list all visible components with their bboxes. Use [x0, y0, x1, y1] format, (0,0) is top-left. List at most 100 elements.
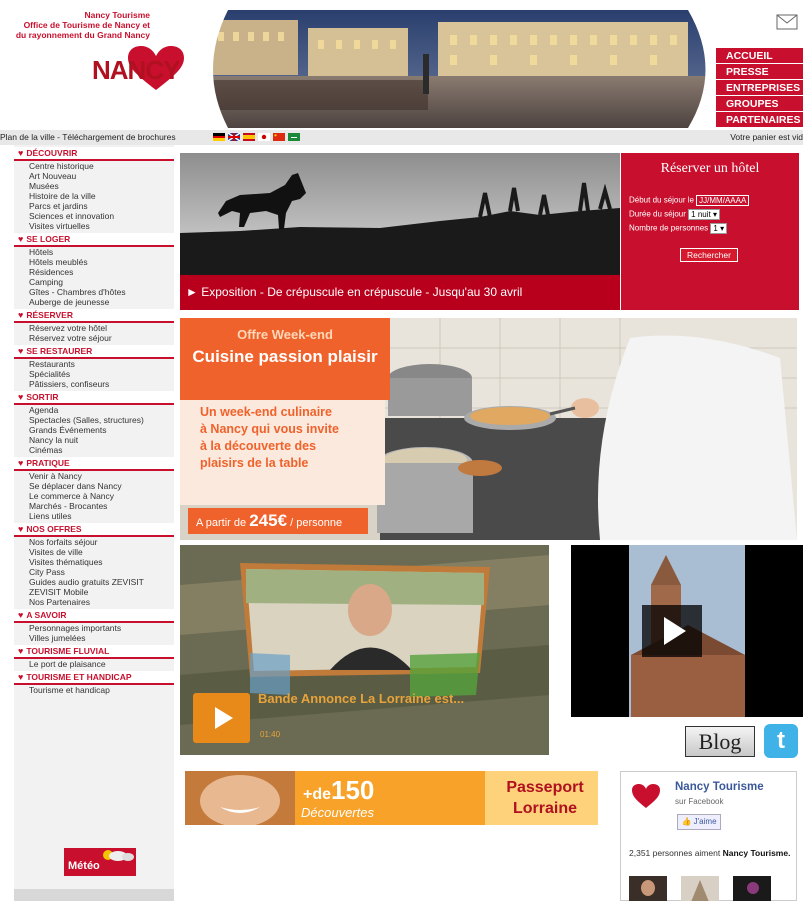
sidebar-section-header[interactable]: ♥ SORTIR — [14, 391, 174, 405]
start-date-label: Début du séjour le — [629, 195, 694, 205]
passeport-title-line-1: Passeport — [506, 779, 584, 796]
header: Nancy Tourisme Office de Tourisme de Nan… — [0, 0, 803, 130]
british-flag-icon[interactable] — [228, 133, 240, 141]
sidebar-item[interactable]: Musées — [14, 181, 174, 191]
sidebar-item[interactable]: Spécialités — [14, 369, 174, 379]
duration-select[interactable]: 1 nuit ▾ — [688, 209, 720, 220]
chevron-down-icon: ▾ — [712, 210, 717, 219]
heart-bullet-icon: ♥ — [18, 646, 24, 656]
sidebar-item[interactable]: Parcs et jardins — [14, 201, 174, 211]
sidebar-item[interactable]: Réservez votre séjour — [14, 333, 174, 343]
sidebar-section-header[interactable]: ♥ NOS OFFRES — [14, 523, 174, 537]
sidebar-item[interactable]: Guides audio gratuits ZEVISIT — [14, 577, 174, 587]
fan-avatar[interactable] — [629, 876, 667, 901]
facebook-like-button[interactable]: 👍 J'aime — [677, 814, 721, 830]
sidebar-item[interactable]: Agenda — [14, 405, 174, 415]
top-navigation: ACCUEIL PRESSE ENTREPRISES GROUPES PARTE… — [716, 48, 803, 128]
start-date-input[interactable]: JJ/MM/AAAA — [696, 195, 750, 206]
utility-bar: Plan de la ville - Téléchargement de bro… — [0, 130, 803, 145]
chinese-flag-icon[interactable] — [273, 133, 285, 141]
lorraine-video-player[interactable]: Bande Annonce La Lorraine est... 01:40 — [180, 545, 549, 755]
sidebar-item[interactable]: Tourisme et handicap — [14, 685, 174, 695]
nav-partenaires[interactable]: PARTENAIRES — [716, 112, 803, 128]
sidebar-item[interactable]: Résidences — [14, 267, 174, 277]
heart-bullet-icon: ♥ — [18, 234, 24, 244]
twitter-icon[interactable]: t — [764, 724, 798, 758]
sidebar-item[interactable]: Visites thématiques — [14, 557, 174, 567]
sidebar-section-header[interactable]: ♥ SE LOGER — [14, 233, 174, 247]
nav-groupes[interactable]: GROUPES — [716, 96, 803, 112]
nav-presse[interactable]: PRESSE — [716, 64, 803, 80]
sidebar-footer — [14, 889, 174, 901]
sidebar-item[interactable]: Villes jumelées — [14, 633, 174, 643]
passeport-lorraine-banner[interactable]: +de150 Découvertes Passeport Lorraine — [185, 771, 598, 825]
heart-bullet-icon: ♥ — [18, 392, 24, 402]
fan-avatar[interactable] — [733, 876, 771, 901]
sidebar-item[interactable]: Le commerce à Nancy — [14, 491, 174, 501]
sidebar-item[interactable]: City Pass — [14, 567, 174, 577]
envelope-icon[interactable] — [776, 14, 798, 30]
sidebar: ♥ DÉCOUVRIR Centre historique Art Nouveau Mu… — [14, 145, 174, 901]
video-play-button[interactable] — [642, 605, 702, 657]
sidebar-item[interactable]: Cinémas — [14, 445, 174, 455]
sidebar-item[interactable]: Nos forfaits séjour — [14, 537, 174, 547]
sidebar-section-header[interactable]: ♥ PRATIQUE — [14, 457, 174, 471]
fan-avatar[interactable] — [681, 876, 719, 901]
arabic-flag-icon[interactable] — [288, 133, 300, 141]
sidebar-item[interactable]: Visites de ville — [14, 547, 174, 557]
sidebar-section-header[interactable]: ♥ DÉCOUVRIR — [14, 147, 174, 161]
sidebar-item[interactable]: Grands Événements — [14, 425, 174, 435]
facebook-page-avatar[interactable] — [629, 780, 663, 814]
sidebar-section-header[interactable]: ♥ TOURISME ET HANDICAP — [14, 671, 174, 685]
sidebar-item[interactable]: Hôtels meublés — [14, 257, 174, 267]
sidebar-item[interactable]: Camping — [14, 277, 174, 287]
sidebar-item[interactable]: Hôtels — [14, 247, 174, 257]
persons-select[interactable]: 1 ▾ — [710, 223, 728, 234]
sidebar-item[interactable]: Pâtissiers, confiseurs — [14, 379, 174, 389]
sidebar-item[interactable]: Art Nouveau — [14, 171, 174, 181]
german-flag-icon[interactable] — [213, 133, 225, 141]
event-banner[interactable]: ► Exposition - De crépuscule en crépuscu… — [180, 153, 620, 310]
sidebar-section-header[interactable]: ♥ RÉSERVER — [14, 309, 174, 323]
cart-status[interactable]: Votre panier est vid — [730, 130, 803, 145]
event-caption[interactable]: ► Exposition - De crépuscule en crépuscu… — [180, 275, 620, 310]
sidebar-section-title: A SAVOIR — [26, 610, 67, 620]
sidebar-item[interactable]: Personnages importants — [14, 623, 174, 633]
sidebar-section-header[interactable]: ♥ A SAVOIR — [14, 609, 174, 623]
video-play-button[interactable] — [193, 693, 250, 743]
sidebar-item[interactable]: Histoire de la ville — [14, 191, 174, 201]
play-icon — [215, 707, 233, 729]
sidebar-section-header[interactable]: ♥ SE RESTAURER — [14, 345, 174, 359]
sidebar-item[interactable]: Se déplacer dans Nancy — [14, 481, 174, 491]
sidebar-section-header[interactable]: ♥ TOURISME FLUVIAL — [14, 645, 174, 659]
sidebar-item[interactable]: Liens utiles — [14, 511, 174, 521]
sidebar-item[interactable]: Centre historique — [14, 161, 174, 171]
weekend-offer-banner[interactable]: Offre Week-end Cuisine passion plaisir U… — [180, 318, 797, 540]
sidebar-item[interactable]: ZEVISIT Mobile — [14, 587, 174, 597]
nav-entreprises[interactable]: ENTREPRISES — [716, 80, 803, 96]
sidebar-section-title: TOURISME FLUVIAL — [26, 646, 110, 656]
blog-button[interactable]: Blog — [685, 726, 755, 757]
sidebar-item[interactable]: Gîtes - Chambres d'hôtes — [14, 287, 174, 297]
sidebar-item[interactable]: Restaurants — [14, 359, 174, 369]
facebook-page-name[interactable]: Nancy Tourisme — [675, 781, 764, 793]
sidebar-item[interactable]: Auberge de jeunesse — [14, 297, 174, 307]
brochures-link[interactable]: Plan de la ville - Téléchargement de bro… — [0, 130, 176, 145]
meteo-button[interactable]: Météo — [64, 848, 136, 876]
sidebar-item[interactable]: Marchés - Brocantes — [14, 501, 174, 511]
sidebar-item[interactable]: Réservez votre hôtel — [14, 323, 174, 333]
sidebar-item[interactable]: Nos Partenaires — [14, 597, 174, 607]
cathedral-video-player[interactable] — [571, 545, 803, 717]
sidebar-item[interactable]: Sciences et innovation — [14, 211, 174, 221]
sidebar-item[interactable]: Venir à Nancy — [14, 471, 174, 481]
heart-bullet-icon: ♥ — [18, 524, 24, 534]
spanish-flag-icon[interactable] — [243, 133, 255, 141]
nav-accueil[interactable]: ACCUEIL — [716, 48, 803, 64]
sidebar-item[interactable]: Visites virtuelles — [14, 221, 174, 231]
language-flags — [213, 133, 300, 141]
sidebar-item[interactable]: Le port de plaisance — [14, 659, 174, 669]
japanese-flag-icon[interactable] — [258, 133, 270, 141]
sidebar-item[interactable]: Nancy la nuit — [14, 435, 174, 445]
sidebar-item[interactable]: Spectacles (Salles, structures) — [14, 415, 174, 425]
search-button[interactable]: Rechercher — [680, 248, 738, 262]
